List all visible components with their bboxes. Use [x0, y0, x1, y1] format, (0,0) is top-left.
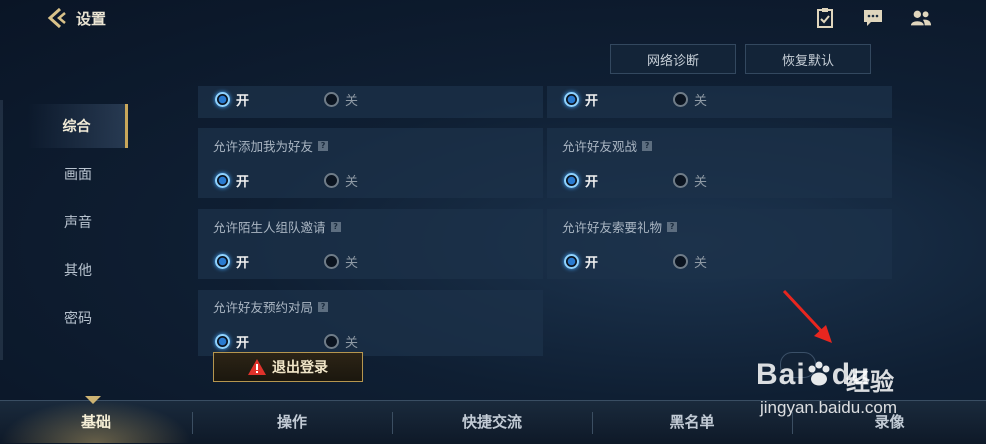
- radio-on-icon: [215, 173, 230, 188]
- radio-off-icon: [324, 92, 339, 107]
- clipboard-check-icon[interactable]: [814, 8, 836, 28]
- sidebar-item-general[interactable]: 综合: [28, 104, 128, 148]
- radio-on-icon: [564, 92, 579, 107]
- tab-controls[interactable]: 操作: [193, 400, 391, 443]
- page-title: 设置: [76, 10, 107, 28]
- radio-on-icon: [215, 92, 230, 107]
- radio-on-icon: [215, 334, 230, 349]
- gift-request-title: 允许好友索要礼物?: [562, 217, 678, 236]
- sidebar-item-other[interactable]: 其他: [28, 248, 128, 292]
- network-diagnose-button[interactable]: 网络诊断: [610, 44, 736, 74]
- tab-basic[interactable]: 基础: [0, 400, 192, 443]
- tab-quick-chat[interactable]: 快捷交流: [393, 400, 591, 443]
- stranger-invite-on-option[interactable]: 开: [215, 252, 249, 271]
- radio-off-icon: [673, 254, 688, 269]
- radio-off-icon: [324, 334, 339, 349]
- radio-on-icon: [564, 254, 579, 269]
- warning-icon: [248, 359, 266, 375]
- gift-request-off-option[interactable]: 关: [673, 252, 707, 271]
- reserve-match-on-option[interactable]: 开: [215, 332, 249, 351]
- sidebar-item-password[interactable]: 密码: [28, 296, 128, 340]
- top-left-on-option[interactable]: 开: [215, 90, 249, 109]
- add-friend-title: 允许添加我为好友?: [213, 136, 329, 155]
- stranger-invite-off-option[interactable]: 关: [324, 252, 358, 271]
- help-icon[interactable]: ?: [318, 301, 329, 312]
- header-bar: [0, 0, 986, 36]
- gift-request-on-option[interactable]: 开: [564, 252, 598, 271]
- top-right-on-option[interactable]: 开: [564, 90, 598, 109]
- help-icon[interactable]: ?: [667, 221, 678, 232]
- sidebar-divider: [0, 100, 3, 360]
- back-arrow-icon[interactable]: [46, 7, 68, 29]
- radio-off-icon: [673, 173, 688, 188]
- top-right-off-option[interactable]: 关: [673, 90, 707, 109]
- radio-off-icon: [324, 173, 339, 188]
- radio-off-icon: [673, 92, 688, 107]
- logout-button[interactable]: 退出登录: [213, 352, 363, 382]
- setting-panel-top-left: [198, 86, 543, 118]
- sidebar-item-graphics[interactable]: 画面: [28, 152, 128, 196]
- top-left-off-option[interactable]: 关: [324, 90, 358, 109]
- help-icon[interactable]: ?: [330, 221, 341, 232]
- sidebar-item-sound[interactable]: 声音: [28, 200, 128, 244]
- reserve-match-off-option[interactable]: 关: [324, 332, 358, 351]
- help-icon[interactable]: ?: [642, 140, 653, 151]
- add-friend-on-option[interactable]: 开: [215, 171, 249, 190]
- watch-friend-title: 允许好友观战?: [562, 136, 653, 155]
- radio-off-icon: [324, 254, 339, 269]
- chat-bubble-icon[interactable]: [862, 8, 884, 28]
- add-friend-off-option[interactable]: 关: [324, 171, 358, 190]
- restore-default-button[interactable]: 恢复默认: [745, 44, 871, 74]
- radio-on-icon: [564, 173, 579, 188]
- watch-friend-on-option[interactable]: 开: [564, 171, 598, 190]
- stranger-invite-title: 允许陌生人组队邀请?: [213, 217, 341, 236]
- radio-on-icon: [215, 254, 230, 269]
- paw-icon: [808, 361, 830, 386]
- baidu-watermark-brand: 经验: [846, 368, 894, 396]
- red-arrow-annotation-icon: [782, 289, 832, 343]
- help-icon[interactable]: ?: [318, 140, 329, 151]
- watch-friend-off-option[interactable]: 关: [673, 171, 707, 190]
- friends-icon[interactable]: [910, 8, 932, 28]
- reserve-match-title: 允许好友预约对局?: [213, 297, 329, 316]
- setting-panel-top-right: [547, 86, 892, 118]
- baidu-watermark-url: jingyan.baidu.com: [760, 398, 898, 417]
